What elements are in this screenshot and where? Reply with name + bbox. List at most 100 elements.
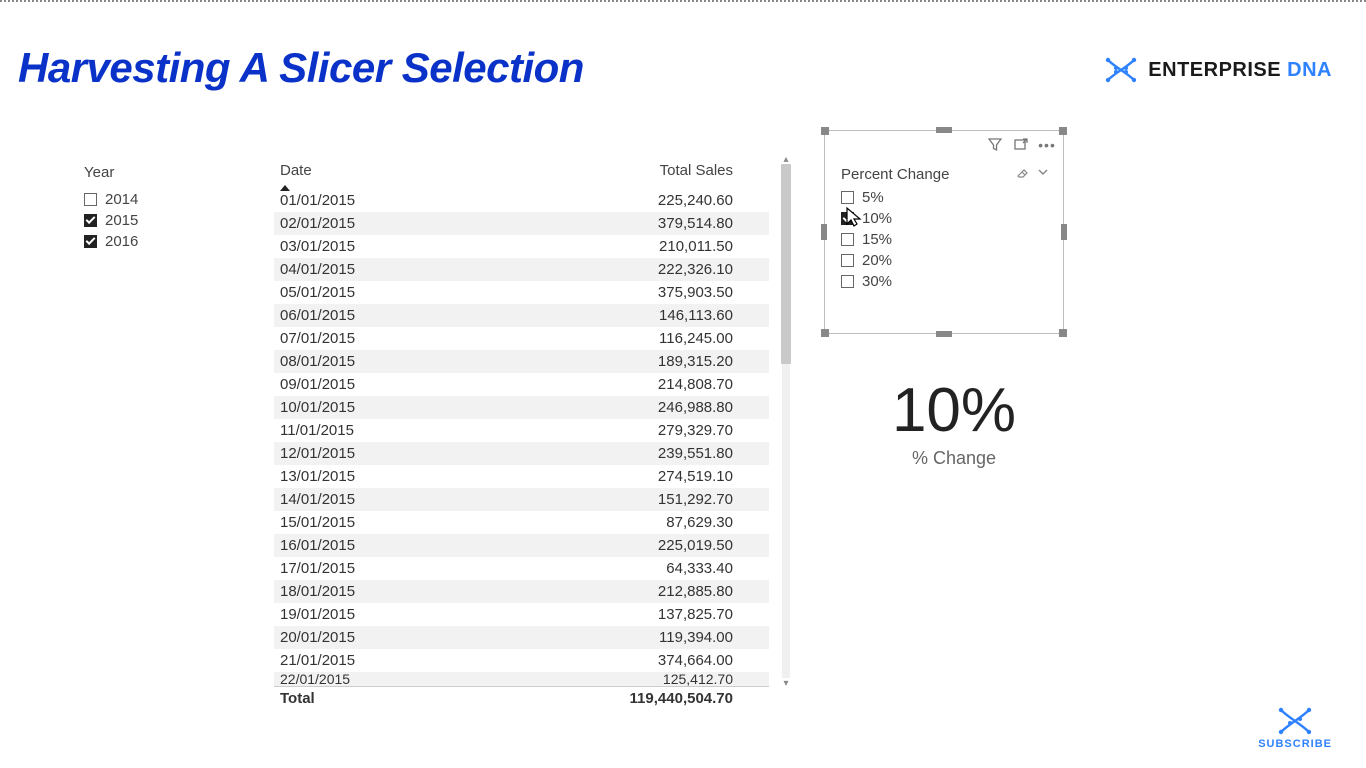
year-option[interactable]: 2015 [84, 210, 224, 231]
resize-handle[interactable] [1059, 127, 1067, 135]
table-row[interactable]: 21/01/2015374,664.00 [274, 649, 769, 672]
col-header-date[interactable]: Date [274, 160, 459, 189]
table-row[interactable]: 06/01/2015146,113.60 [274, 304, 769, 327]
checkbox-icon[interactable] [841, 191, 854, 204]
percent-option-label: 15% [862, 231, 892, 248]
cell-value: 374,664.00 [459, 649, 769, 672]
resize-handle[interactable] [821, 127, 829, 135]
percent-option[interactable]: 5% [841, 187, 1047, 208]
percent-option[interactable]: 30% [841, 271, 1047, 292]
checkbox-icon[interactable] [84, 214, 97, 227]
checkbox-icon[interactable] [841, 233, 854, 246]
year-option-label: 2015 [105, 212, 138, 229]
resize-handle[interactable] [821, 224, 827, 240]
cell-value: 189,315.20 [459, 350, 769, 373]
dna-icon [1104, 56, 1138, 84]
table-row[interactable]: 03/01/2015210,011.50 [274, 235, 769, 258]
year-option[interactable]: 2016 [84, 231, 224, 252]
table-row[interactable]: 14/01/2015151,292.70 [274, 488, 769, 511]
cell-date: 08/01/2015 [274, 350, 459, 373]
cell-value: 87,629.30 [459, 511, 769, 534]
percent-option-label: 20% [862, 252, 892, 269]
page-title: Harvesting A Slicer Selection [18, 44, 584, 92]
resize-handle[interactable] [821, 329, 829, 337]
percent-option-label: 30% [862, 273, 892, 290]
brand-logo: ENTERPRISE DNA [1104, 56, 1332, 84]
checkbox-icon[interactable] [841, 212, 854, 225]
scroll-thumb[interactable] [781, 164, 791, 364]
percent-option[interactable]: 10% [841, 208, 1047, 229]
percent-option[interactable]: 20% [841, 250, 1047, 271]
checkbox-icon[interactable] [84, 193, 97, 206]
percent-slicer-visual[interactable]: ••• Percent Change 5%10%15%20%30% [824, 130, 1064, 334]
table-row[interactable]: 20/01/2015119,394.00 [274, 626, 769, 649]
subscribe-badge[interactable]: SUBSCRIBE [1258, 706, 1332, 750]
card-label: % Change [824, 448, 1084, 469]
table-row[interactable]: 16/01/2015225,019.50 [274, 534, 769, 557]
cell-date: 21/01/2015 [274, 649, 459, 672]
table-row[interactable]: 17/01/201564,333.40 [274, 557, 769, 580]
cell-date: 14/01/2015 [274, 488, 459, 511]
cell-date: 12/01/2015 [274, 442, 459, 465]
cell-date: 03/01/2015 [274, 235, 459, 258]
table-row[interactable]: 18/01/2015212,885.80 [274, 580, 769, 603]
table-row[interactable]: 10/01/2015246,988.80 [274, 396, 769, 419]
table-row[interactable]: 08/01/2015189,315.20 [274, 350, 769, 373]
cell-date: 05/01/2015 [274, 281, 459, 304]
table-row[interactable]: 07/01/2015116,245.00 [274, 327, 769, 350]
resize-handle[interactable] [1059, 329, 1067, 337]
percent-option-label: 10% [862, 210, 892, 227]
cell-date: 13/01/2015 [274, 465, 459, 488]
cell-date: 10/01/2015 [274, 396, 459, 419]
year-option[interactable]: 2014 [84, 189, 224, 210]
resize-handle[interactable] [936, 331, 952, 337]
visual-toolbar: ••• [961, 137, 1055, 153]
sort-ascending-icon [280, 185, 290, 191]
table-row[interactable]: 11/01/2015279,329.70 [274, 419, 769, 442]
checkbox-icon[interactable] [841, 275, 854, 288]
filter-icon[interactable] [987, 137, 1003, 153]
cell-value: 375,903.50 [459, 281, 769, 304]
cell-value: 225,019.50 [459, 534, 769, 557]
cell-value: 246,988.80 [459, 396, 769, 419]
sales-table-visual[interactable]: Date Total Sales 01/01/2015225,240.6002/… [274, 160, 794, 682]
table-row[interactable]: 04/01/2015222,326.10 [274, 258, 769, 281]
table-total-row: Total119,440,504.70 [274, 687, 769, 711]
cell-date: 06/01/2015 [274, 304, 459, 327]
cell-date: 11/01/2015 [274, 419, 459, 442]
eraser-icon[interactable] [1015, 165, 1029, 183]
checkbox-icon[interactable] [841, 254, 854, 267]
checkbox-icon[interactable] [84, 235, 97, 248]
table-row[interactable]: 01/01/2015225,240.60 [274, 189, 769, 212]
total-label: Total [274, 687, 459, 711]
table-row[interactable]: 12/01/2015239,551.80 [274, 442, 769, 465]
percent-option[interactable]: 15% [841, 229, 1047, 250]
percent-change-card[interactable]: 10% % Change [824, 380, 1084, 469]
table-row[interactable]: 19/01/2015137,825.70 [274, 603, 769, 626]
cell-value: 274,519.10 [459, 465, 769, 488]
scroll-down-icon[interactable]: ▾ [781, 678, 791, 688]
table-row[interactable]: 15/01/201587,629.30 [274, 511, 769, 534]
table-scrollbar[interactable]: ▴ ▾ [778, 160, 794, 682]
cell-date: 09/01/2015 [274, 373, 459, 396]
resize-handle[interactable] [936, 127, 952, 133]
cell-value: 222,326.10 [459, 258, 769, 281]
table-row[interactable]: 05/01/2015375,903.50 [274, 281, 769, 304]
scroll-up-icon[interactable]: ▴ [781, 154, 791, 164]
table-row[interactable]: 09/01/2015214,808.70 [274, 373, 769, 396]
more-options-icon[interactable]: ••• [1039, 137, 1055, 153]
year-slicer[interactable]: Year 201420152016 [84, 164, 224, 252]
table-row[interactable]: 02/01/2015379,514.80 [274, 212, 769, 235]
resize-handle[interactable] [1061, 224, 1067, 240]
cell-date: 15/01/2015 [274, 511, 459, 534]
table-row[interactable]: 13/01/2015274,519.10 [274, 465, 769, 488]
percent-option-label: 5% [862, 189, 884, 206]
year-option-label: 2014 [105, 191, 138, 208]
cell-value: 64,333.40 [459, 557, 769, 580]
focus-mode-icon[interactable] [1013, 137, 1029, 153]
chevron-down-icon[interactable] [1037, 165, 1049, 183]
drag-grip-icon[interactable] [961, 137, 977, 153]
cell-date: 02/01/2015 [274, 212, 459, 235]
col-header-total-sales[interactable]: Total Sales [459, 160, 769, 189]
cell-value: 151,292.70 [459, 488, 769, 511]
